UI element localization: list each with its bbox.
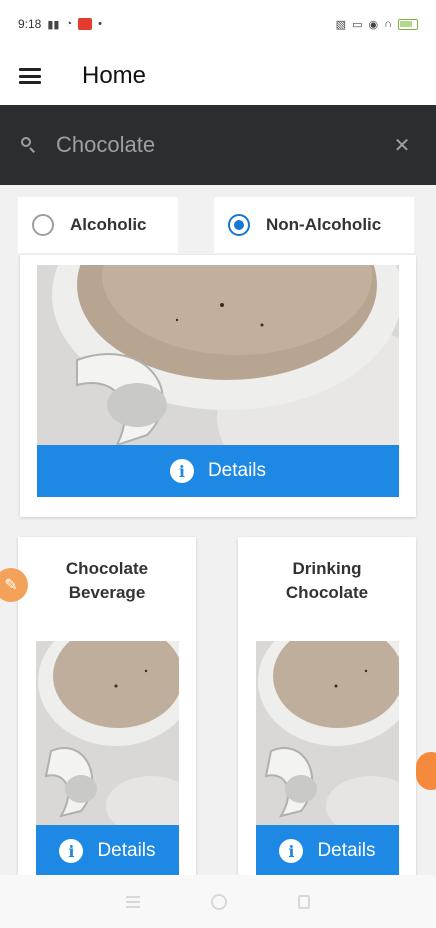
- home-icon[interactable]: [210, 893, 227, 910]
- drinks-list[interactable]: Alcoholic Non-Alcoholic i Details Chocol…: [0, 185, 436, 875]
- battery-icon: [398, 18, 418, 30]
- details-button[interactable]: i Details: [36, 825, 179, 875]
- signal-icon: ▮▮: [47, 18, 60, 31]
- search-icon: [20, 136, 38, 154]
- details-button[interactable]: i Details: [37, 445, 399, 497]
- radio-checked-icon: [228, 214, 250, 236]
- card-title-line2: Chocolate: [285, 583, 369, 602]
- hamburger-icon: [19, 68, 41, 84]
- drink-card[interactable]: i Details: [20, 255, 416, 517]
- dot-icon: •: [98, 18, 102, 30]
- clear-search-button[interactable]: ✕: [388, 131, 416, 159]
- headphones-icon: ∩: [384, 18, 392, 30]
- drink-card-drinking-chocolate[interactable]: Drinking Chocolate i Details: [238, 537, 416, 875]
- eye-icon: ◉: [368, 18, 379, 31]
- status-time: 9:18: [18, 17, 42, 31]
- info-icon: i: [169, 459, 194, 483]
- pencil-icon: ✎: [4, 577, 18, 594]
- close-icon: ✕: [393, 134, 411, 157]
- edge-floating-button[interactable]: [416, 752, 436, 790]
- hot-chocolate-image: [36, 641, 179, 825]
- menu-button[interactable]: [0, 48, 60, 104]
- card-title-line1: Chocolate: [65, 559, 149, 578]
- drink-type-filter: Alcoholic Non-Alcoholic: [0, 197, 436, 253]
- details-label: Details: [97, 840, 156, 861]
- card-title: Drinking Chocolate: [238, 557, 416, 605]
- system-nav-bar: [0, 875, 436, 928]
- notification-red-icon: [78, 18, 93, 30]
- radio-alcoholic[interactable]: Alcoholic: [18, 197, 178, 253]
- back-icon[interactable]: [298, 894, 311, 909]
- drink-image: [256, 641, 399, 825]
- cast-icon: ▭: [352, 18, 363, 31]
- details-label: Details: [207, 460, 267, 481]
- status-bar: 9:18 ▮▮ ◔ • ▧ ▭ ◉ ∩: [0, 0, 436, 48]
- app-bar: Home: [0, 48, 436, 104]
- details-label: Details: [317, 840, 376, 861]
- info-icon: i: [279, 839, 304, 863]
- radio-unchecked-icon: [32, 214, 54, 236]
- hot-chocolate-image: [37, 265, 399, 445]
- info-icon: i: [59, 839, 84, 863]
- details-button[interactable]: i Details: [256, 825, 399, 875]
- wifi-icon: ◔: [65, 18, 73, 30]
- hot-chocolate-image: [256, 641, 399, 825]
- nfc-icon: ▧: [335, 18, 347, 31]
- drink-card-chocolate-beverage[interactable]: Chocolate Beverage i Details: [18, 537, 196, 875]
- recent-apps-icon[interactable]: [125, 895, 140, 908]
- status-left: 9:18 ▮▮ ◔ •: [18, 17, 102, 31]
- status-right: ▧ ▭ ◉ ∩: [336, 18, 418, 31]
- drink-image: [36, 641, 179, 825]
- page-title: Home: [82, 62, 147, 89]
- search-input[interactable]: [56, 132, 388, 158]
- search-bar: ✕: [0, 105, 436, 185]
- radio-non-alcoholic[interactable]: Non-Alcoholic: [214, 197, 414, 253]
- radio-alcoholic-label: Alcoholic: [70, 215, 147, 234]
- card-title-line1: Drinking: [292, 559, 362, 578]
- card-title: Chocolate Beverage: [18, 557, 196, 605]
- drink-image: [37, 265, 399, 445]
- radio-non-alcoholic-label: Non-Alcoholic: [266, 215, 382, 234]
- card-title-line2: Beverage: [68, 583, 146, 602]
